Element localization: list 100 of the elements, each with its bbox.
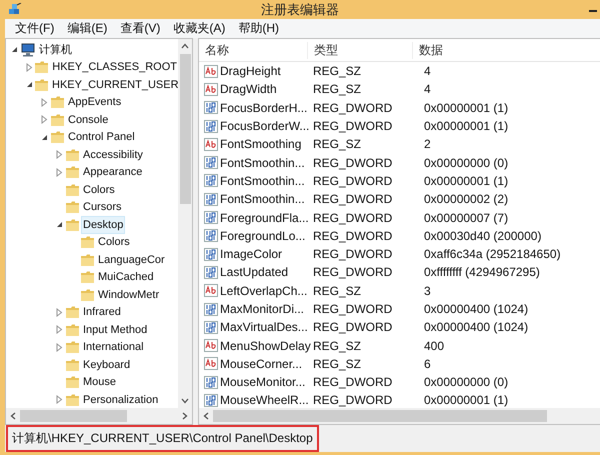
value-type: REG_DWORD (312, 119, 394, 134)
value-name[interactable]: LastUpdated (220, 265, 288, 280)
tree-item[interactable]: Colors (97, 234, 131, 250)
value-name[interactable]: DragWidth (220, 82, 277, 96)
scrollbar-thumb[interactable] (213, 410, 548, 422)
tree-item[interactable]: Mouse (82, 374, 118, 390)
value-name[interactable]: FontSmoothin... (220, 156, 305, 170)
value-name[interactable]: MouseWheelR... (220, 393, 309, 408)
horizontal-scrollbar[interactable] (6, 408, 192, 424)
expand-arrow-icon[interactable] (56, 342, 63, 352)
expand-arrow-icon[interactable] (56, 308, 63, 317)
value-name[interactable]: MouseMonitor... (220, 375, 306, 390)
menu-item[interactable]: 文件(F) (9, 20, 60, 37)
expand-arrow-icon[interactable] (56, 395, 63, 404)
binary-value-icon (204, 394, 218, 407)
expand-arrow-icon[interactable] (56, 325, 63, 334)
folder-icon (65, 375, 80, 390)
value-data: 0x00000400 (1024) (423, 320, 530, 334)
scroll-up-icon[interactable] (181, 43, 189, 49)
value-data: 0x00000007 (7) (423, 210, 510, 225)
tree-item[interactable]: Accessibility (82, 146, 144, 163)
scroll-left-icon[interactable] (10, 412, 16, 420)
value-data: 2 (423, 137, 432, 152)
binary-value-icon (204, 302, 218, 316)
folder-icon (65, 148, 80, 162)
expand-arrow-icon[interactable] (41, 115, 48, 124)
menu-item[interactable]: 编辑(E) (61, 20, 114, 37)
value-name[interactable]: FontSmoothin... (220, 174, 305, 188)
menu-item[interactable]: 查看(V) (114, 20, 166, 37)
value-name[interactable]: ImageColor (220, 247, 282, 262)
tree-item[interactable]: HKEY_CLASSES_ROOT (51, 59, 178, 76)
value-name[interactable]: LeftOverlapCh... (220, 284, 308, 298)
binary-value-icon (204, 229, 218, 242)
tree-item[interactable]: Console (67, 112, 110, 128)
collapse-arrow-icon[interactable] (26, 81, 33, 88)
tree-item[interactable]: Input Method (82, 322, 148, 338)
folder-icon (50, 112, 65, 127)
scrollbar-thumb[interactable] (180, 54, 190, 204)
tree-item[interactable]: AppEvents (67, 94, 122, 110)
value-name[interactable]: FocusBorderH... (220, 100, 308, 115)
tree-item[interactable]: Personalization (82, 392, 160, 408)
folder-icon (80, 288, 95, 302)
tree-item[interactable]: Desktop (82, 216, 124, 233)
folder-icon (50, 130, 65, 144)
collapse-arrow-icon[interactable] (11, 46, 18, 54)
expand-arrow-icon[interactable] (26, 62, 33, 72)
folder-icon (80, 235, 95, 250)
tree-item[interactable]: Infrared (82, 304, 122, 320)
expand-arrow-icon[interactable] (56, 168, 63, 177)
value-name[interactable]: DragHeight (220, 64, 281, 78)
expand-arrow-icon[interactable] (56, 150, 63, 160)
scroll-down-icon[interactable] (181, 398, 189, 404)
binary-value-icon (204, 174, 218, 188)
tree-item[interactable]: Keyboard (82, 356, 132, 373)
value-data: 0x00030d40 (200000) (423, 228, 542, 243)
value-name[interactable]: ForegroundLo... (220, 228, 306, 243)
collapse-arrow-icon[interactable] (56, 221, 63, 228)
tree-item[interactable]: 计算机 (38, 42, 73, 58)
tree-item[interactable]: Appearance (82, 164, 144, 180)
column-header[interactable]: 数据 (412, 42, 600, 58)
tree-item[interactable]: Cursors (82, 199, 123, 216)
folder-icon (80, 270, 95, 284)
value-name[interactable]: MaxMonitorDi... (220, 302, 304, 316)
value-type: REG_SZ (312, 137, 362, 152)
value-name[interactable]: FocusBorderW... (220, 119, 310, 134)
value-name[interactable]: MouseCorner... (220, 356, 302, 371)
value-name[interactable]: MenuShowDelay (220, 338, 311, 353)
scrollbar-thumb[interactable] (20, 410, 127, 422)
vertical-scrollbar[interactable] (178, 39, 192, 408)
tree-item[interactable]: Control Panel (67, 129, 136, 146)
scroll-right-icon[interactable] (182, 412, 188, 420)
value-name[interactable]: FontSmoothing (220, 137, 302, 152)
horizontal-scrollbar[interactable] (199, 408, 600, 424)
value-name[interactable]: ForegroundFla... (220, 210, 309, 225)
folder-icon (50, 95, 65, 110)
scroll-left-icon[interactable] (203, 412, 209, 420)
menu-item[interactable]: 帮助(H) (232, 20, 285, 37)
tree-item[interactable]: MuiCached (97, 269, 155, 286)
folder-icon (65, 340, 80, 354)
column-header[interactable]: 类型 (307, 42, 412, 58)
expand-arrow-icon[interactable] (41, 98, 48, 107)
value-data: 0x00000000 (0) (423, 156, 510, 170)
tree-item[interactable]: International (82, 339, 145, 356)
value-type: REG_DWORD (312, 210, 394, 225)
binary-value-icon (204, 156, 218, 170)
collapse-arrow-icon[interactable] (41, 134, 48, 141)
tree-item[interactable]: WindowMetr (97, 286, 160, 303)
value-type: REG_DWORD (312, 192, 394, 206)
value-data: 400 (423, 338, 446, 353)
menu-item[interactable]: 收藏夹(A) (167, 20, 232, 37)
folder-icon (65, 182, 80, 197)
value-name[interactable]: FontSmoothin... (220, 192, 305, 206)
column-header[interactable]: 名称 (199, 42, 307, 58)
tree-item[interactable]: LanguageCor (97, 252, 166, 268)
string-value-icon (204, 284, 218, 298)
value-name[interactable]: MaxVirtualDes... (220, 320, 308, 334)
tree-item[interactable]: Colors (82, 182, 116, 198)
tree-item[interactable]: HKEY_CURRENT_USER (51, 76, 178, 93)
registry-cubes-icon (8, 2, 22, 16)
value-type: REG_SZ (312, 82, 362, 96)
